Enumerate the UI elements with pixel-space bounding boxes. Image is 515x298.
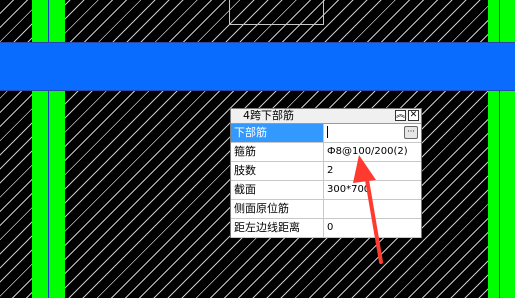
annotation-arrow-shaft	[364, 172, 383, 264]
annotation-arrow-head	[353, 155, 376, 183]
annotation-arrow	[353, 155, 383, 264]
